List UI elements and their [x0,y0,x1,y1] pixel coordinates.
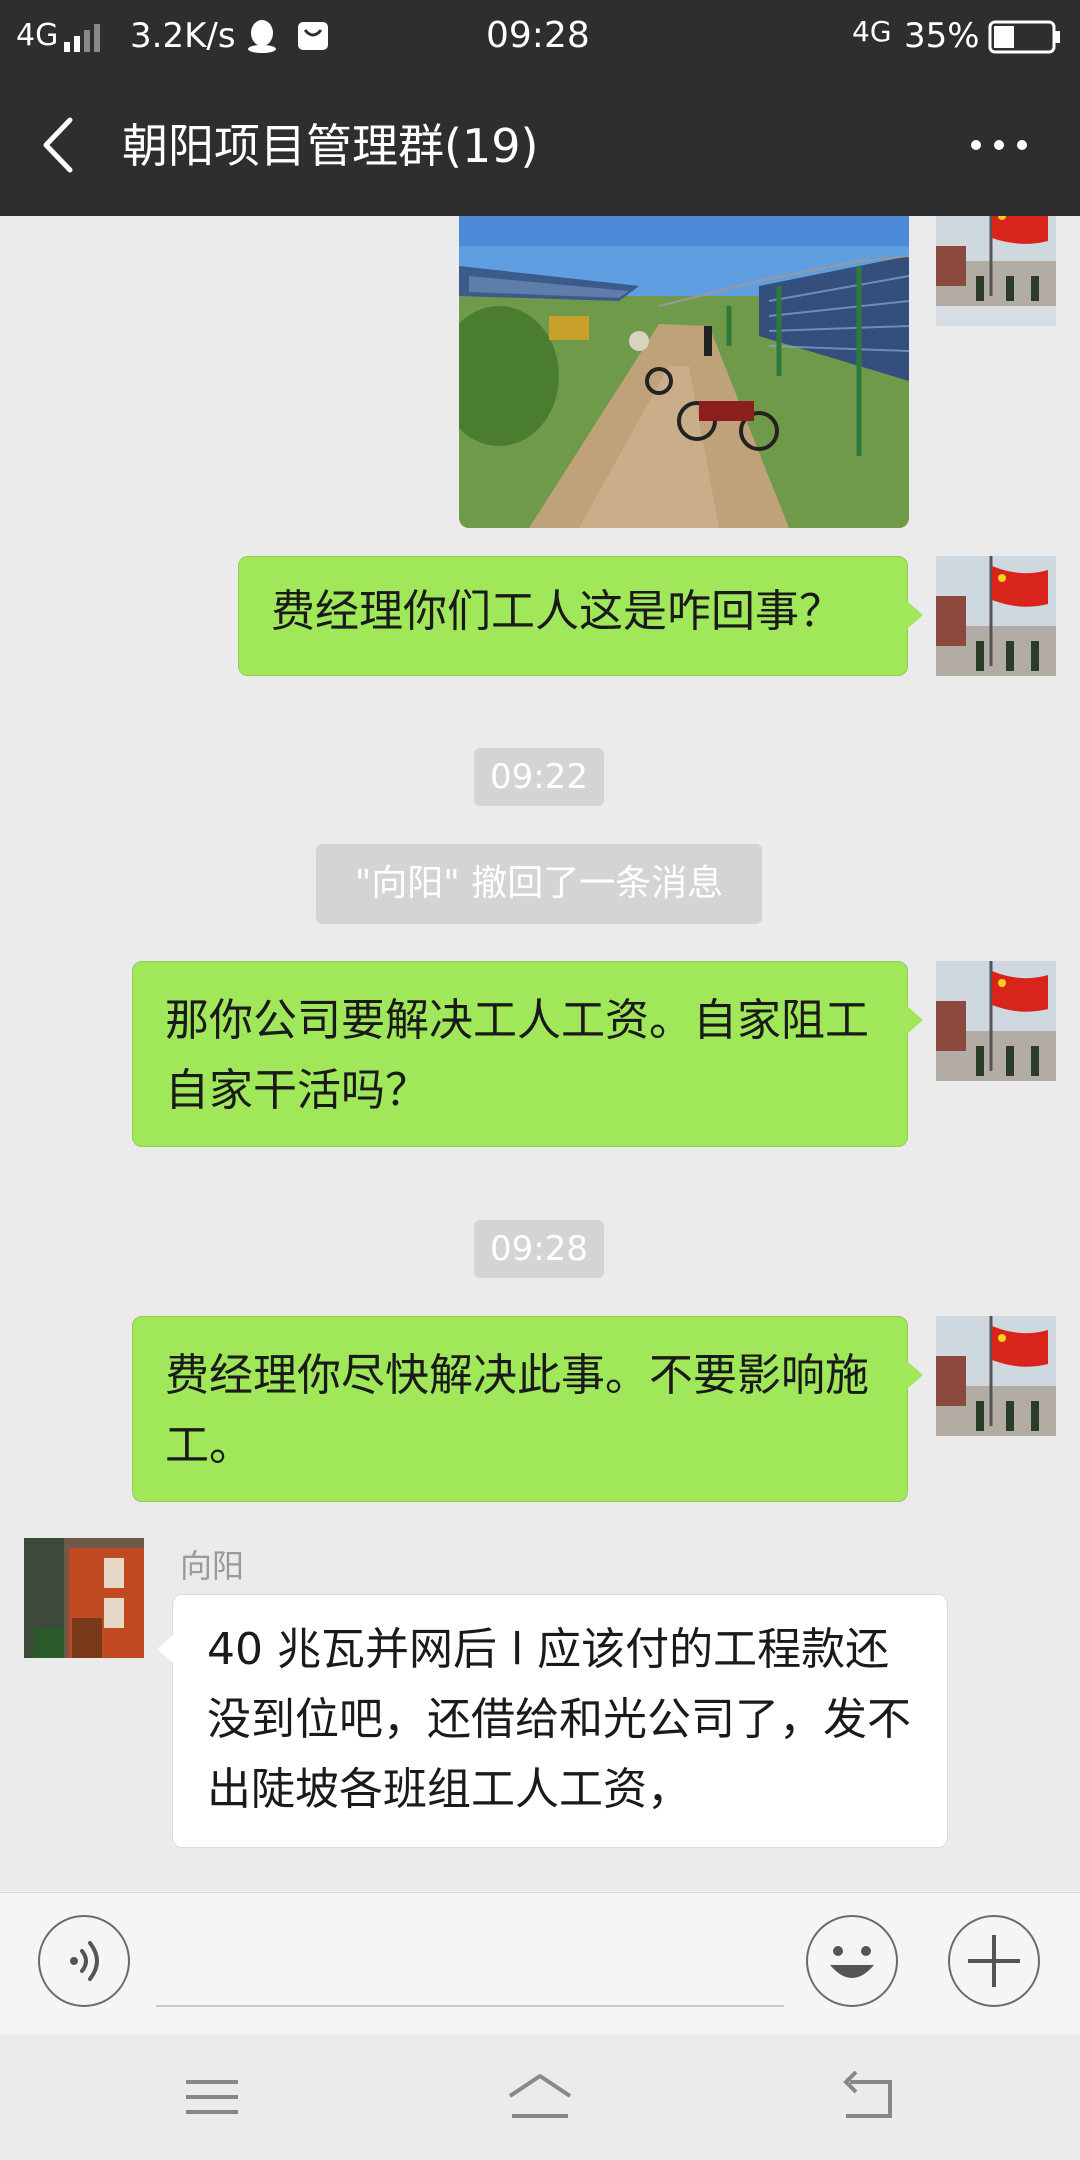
message-bubble-mine[interactable]: 费经理你尽快解决此事。不要影响施工。 [132,1316,923,1502]
sender-name: 向阳 [180,1547,245,1585]
more-dots-icon[interactable] [964,120,1034,170]
message-text: 费经理你们工人这是咋回事？ [271,586,843,637]
battery-icon [988,20,1060,54]
message-bubble-mine[interactable]: 那你公司要解决工人工资。自家阻工自家干活吗？ [132,961,923,1147]
message-text: 费经理你尽快解决此事。不要影响施工。 [165,1350,869,1471]
message-bubble-mine[interactable]: 费经理你们工人这是咋回事？ [238,556,923,676]
message-bubble-other[interactable]: 40 兆瓦并网后 l 应该付的工程款还没到位吧，还借给和光公司了，发不出陡坡各班… [157,1594,948,1848]
signal-icon [64,24,100,52]
voice-icon[interactable] [38,1915,130,2007]
chat-header: 朝阳项目管理群(19) [0,72,1080,216]
sender-avatar[interactable] [24,1538,144,1658]
chevron-left-icon[interactable] [30,110,90,180]
message-text: 那你公司要解决工人工资。自家阻工自家干活吗？ [165,995,869,1116]
message-input[interactable] [156,1933,784,2007]
emoji-icon[interactable] [806,1915,898,2007]
bag-icon [298,22,328,50]
home-icon[interactable] [500,2062,580,2132]
solar-farm-photo[interactable] [459,216,909,528]
my-avatar[interactable] [936,961,1056,1081]
plus-icon[interactable] [948,1915,1040,2007]
chat-area[interactable]: 费经理你们工人这是咋回事？ 09:22 "向阳" 撤回了一条消息 那你公司要解决… [0,216,1080,1892]
return-icon[interactable] [828,2062,908,2132]
recall-notice: "向阳" 撤回了一条消息 [316,844,762,924]
my-avatar[interactable] [936,556,1056,676]
battery-percent: 35% [904,16,980,56]
qq-icon [248,20,276,53]
timestamp: 09:28 [474,1220,604,1278]
my-avatar[interactable] [936,1316,1056,1436]
status-bar: 4G 3.2K/s 09:28 4G 35% [0,0,1080,72]
input-bar [0,1892,1080,2035]
clock: 09:28 [486,15,590,56]
timestamp: 09:22 [474,748,604,806]
system-nav-bar [0,2034,1080,2160]
group-title: 朝阳项目管理群(19) [122,119,539,173]
network-type-left: 4G [16,18,59,53]
network-type-right: 4G [852,15,892,48]
message-text: 40 兆瓦并网后 l 应该付的工程款还没到位吧，还借给和光公司了，发不出陡坡各班… [207,1624,911,1815]
my-avatar[interactable] [936,216,1056,326]
menu-icon[interactable] [172,2062,252,2132]
network-speed: 3.2K/s [130,16,236,56]
